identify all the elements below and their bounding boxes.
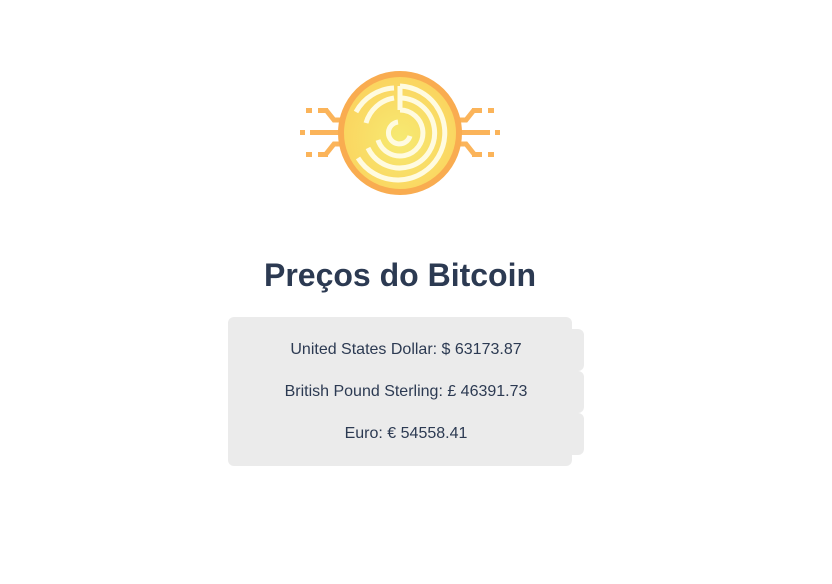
price-item-eur: Euro: € 54558.41 [228, 413, 584, 455]
page-title: Preços do Bitcoin [263, 257, 537, 293]
price-item-usd: United States Dollar: $ 63173.87 [228, 329, 584, 371]
price-item-gbp: British Pound Sterling: £ 46391.73 [228, 371, 584, 413]
bitcoin-logo-icon [298, 68, 502, 198]
